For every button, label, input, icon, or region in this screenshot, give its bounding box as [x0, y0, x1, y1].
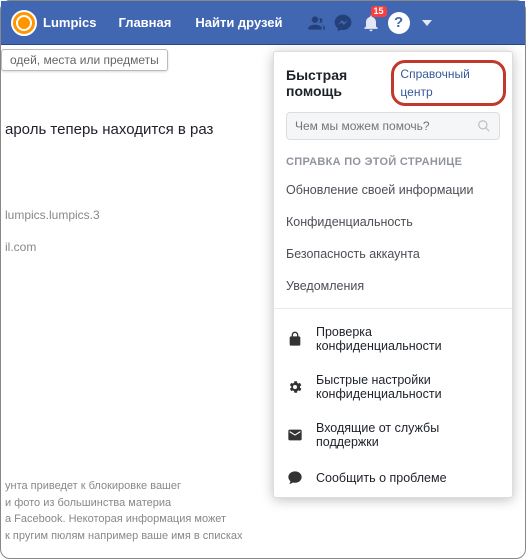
help-item-privacy[interactable]: Конфиденциальность: [274, 206, 512, 238]
account-menu-caret-icon[interactable]: [413, 1, 441, 45]
help-center-callout: Справочный центр: [391, 60, 506, 106]
messenger-icon[interactable]: [329, 1, 357, 45]
help-icon[interactable]: ?: [385, 1, 413, 45]
topbar: Lumpics Главная Найти друзей 15 ?: [1, 1, 525, 45]
brand-name: Lumpics: [43, 15, 96, 30]
footer-text: унта приведет к блокировке вашег и фото …: [1, 474, 291, 548]
content-heading-fragment: ароль теперь находится в раз: [5, 121, 257, 138]
notifications-icon[interactable]: 15: [357, 1, 385, 45]
help-item-security[interactable]: Безопасность аккаунта: [274, 238, 512, 270]
help-search-box[interactable]: [286, 112, 500, 140]
action-label: Проверка конфиденциальности: [316, 325, 500, 353]
panel-title: Быстрая помощь: [286, 67, 397, 99]
chat-bubble-icon: [286, 469, 304, 487]
action-label: Быстрые настройки конфиденциальности: [316, 373, 500, 401]
search-icon: [477, 119, 491, 133]
lock-icon: [286, 330, 304, 348]
search-placeholder-fragment[interactable]: одей, места или предметы: [1, 49, 168, 71]
gear-icon: [286, 378, 304, 396]
action-support-inbox[interactable]: Входящие от службы поддержки: [274, 411, 512, 459]
brand[interactable]: Lumpics: [1, 10, 106, 36]
friend-requests-icon[interactable]: [301, 1, 329, 45]
nav-home[interactable]: Главная: [106, 1, 183, 45]
help-item-update-info[interactable]: Обновление своей информации: [274, 174, 512, 206]
nav-icons: 15 ?: [301, 1, 441, 45]
envelope-icon: [286, 426, 304, 444]
action-label: Сообщить о проблеме: [316, 471, 447, 485]
action-label: Входящие от службы поддержки: [316, 421, 500, 449]
content-username: lumpics.lumpics.3: [5, 208, 257, 222]
content-email-fragment: il.com: [5, 240, 257, 254]
help-item-notifications[interactable]: Уведомления: [274, 270, 512, 302]
panel-header: Быстрая помощь Справочный центр: [274, 52, 512, 112]
section-label: СПРАВКА ПО ЭТОЙ СТРАНИЦЕ: [274, 150, 512, 174]
action-report-problem[interactable]: Сообщить о проблеме: [274, 459, 512, 497]
quick-help-panel: Быстрая помощь Справочный центр СПРАВКА …: [273, 51, 513, 498]
help-search-input[interactable]: [295, 119, 477, 133]
action-privacy-shortcuts[interactable]: Быстрые настройки конфиденциальности: [274, 363, 512, 411]
brand-logo-icon: [11, 10, 37, 36]
separator: [274, 308, 512, 309]
page-content: ароль теперь находится в раз lumpics.lum…: [1, 81, 261, 264]
help-center-link[interactable]: Справочный центр: [400, 67, 469, 99]
nav-find-friends[interactable]: Найти друзей: [183, 1, 294, 45]
action-privacy-checkup[interactable]: Проверка конфиденциальности: [274, 315, 512, 363]
